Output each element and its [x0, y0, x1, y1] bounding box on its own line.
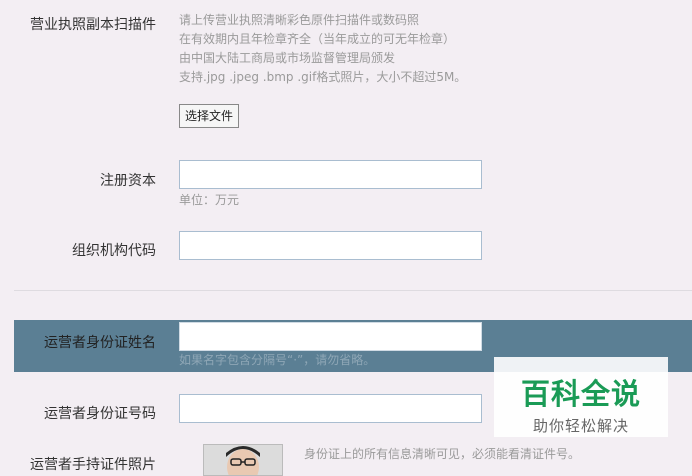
- registered-capital-input[interactable]: [179, 160, 482, 189]
- registered-capital-unit-hint: 单位：万元: [179, 193, 240, 207]
- watermark-subtitle: 助你轻松解决: [532, 417, 629, 435]
- watermark-badge: 百科全说 助你轻松解决: [494, 357, 668, 437]
- operator-name-input[interactable]: [179, 322, 482, 351]
- choose-file-button[interactable]: 选择文件: [179, 104, 240, 128]
- section-divider: [14, 290, 692, 291]
- license-hint-line: 请上传营业执照清晰彩色原件扫描件或数码照: [179, 13, 420, 27]
- license-hint-line: 在有效期内且年检章齐全（当年成立的可无年检章）: [179, 32, 456, 46]
- operator-photo-label: 运营者手持证件照片: [30, 457, 156, 473]
- registered-capital-label: 注册资本: [100, 173, 156, 189]
- operator-photo-hint: 身份证上的所有信息清晰可见，必须能看清证件号。: [304, 447, 581, 461]
- watermark-title: 百科全说: [520, 377, 641, 411]
- operator-id-number-input[interactable]: [179, 394, 482, 423]
- license-scan-hints: 请上传营业执照清晰彩色原件扫描件或数码照 在有效期内且年检章齐全（当年成立的可无…: [179, 11, 466, 87]
- license-hint-line: 由中国大陆工商局或市场监督管理局颁发: [179, 51, 396, 65]
- license-scan-label: 营业执照副本扫描件: [30, 17, 156, 33]
- org-code-input[interactable]: [179, 231, 482, 260]
- operator-name-hint: 如果名字包含分隔号“·”，请勿省略。: [179, 353, 376, 367]
- operator-name-label: 运营者身份证姓名: [44, 335, 156, 351]
- operator-photo-sample: [203, 444, 283, 476]
- person-photo-icon: [204, 445, 282, 475]
- license-hint-line: 支持.jpg .jpeg .bmp .gif格式照片，大小不超过5M。: [179, 70, 467, 84]
- org-code-label: 组织机构代码: [72, 243, 156, 259]
- operator-id-number-label: 运营者身份证号码: [44, 406, 156, 422]
